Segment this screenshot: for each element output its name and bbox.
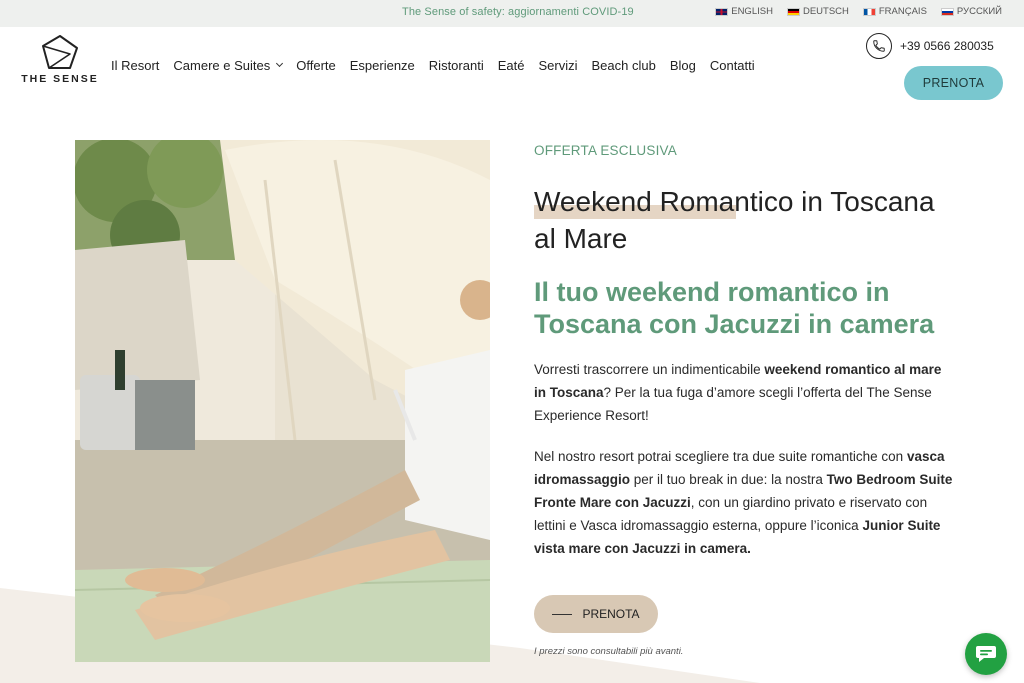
site-logo[interactable]: THE SENSE [20, 34, 100, 94]
top-bar: The Sense of safety: aggiornamenti COVID… [0, 0, 1024, 27]
intro-paragraph: Vorresti trascorrere un indimenticabile … [534, 358, 954, 427]
chat-bubble-icon [976, 646, 996, 662]
phone-link[interactable]: +39 0566 280035 [866, 33, 994, 59]
nav-esperienze[interactable]: Esperienze [350, 58, 415, 73]
text-run: Vorresti trascorrere un indimenticabile [534, 362, 765, 377]
france-flag-icon [862, 7, 876, 16]
text-run: Nel nostro resort potrai scegliere tra d… [534, 449, 907, 464]
button-label: PRENOTA [582, 607, 640, 621]
nav-eate[interactable]: Eaté [498, 58, 525, 73]
nav-label: Camere e Suites [173, 58, 271, 73]
page-subtitle: Il tuo weekend romantico in Toscana con … [534, 277, 935, 339]
lang-label: FRANÇAIS [878, 6, 927, 17]
nav-contatti[interactable]: Contatti [710, 58, 755, 73]
nav-il-resort[interactable]: Il Resort [111, 58, 159, 73]
lang-english[interactable]: ENGLISH [715, 6, 773, 17]
uk-flag-icon [715, 7, 729, 16]
lang-francais[interactable]: FRANÇAIS [862, 6, 927, 17]
logo-text: THE SENSE [21, 73, 99, 85]
language-switcher: ENGLISH DEUTSCH FRANÇAIS РУССКИЙ [715, 6, 1002, 17]
phone-icon [866, 33, 892, 59]
germany-flag-icon [786, 7, 800, 16]
headline-block: Weekend Romantico in Toscana al Mare [534, 183, 954, 257]
page-title: Weekend Romantico in Toscana al Mare [534, 186, 935, 254]
lang-label: DEUTSCH [802, 6, 849, 17]
russia-flag-icon [940, 7, 954, 16]
phone-number: +39 0566 280035 [900, 39, 994, 53]
covid-notice-link[interactable]: The Sense of safety: aggiornamenti COVID… [402, 6, 634, 18]
chat-button[interactable] [965, 633, 1007, 675]
nav-offerte[interactable]: Offerte [296, 58, 336, 73]
hero-image [75, 140, 490, 662]
lang-russian[interactable]: РУССКИЙ [940, 6, 1002, 17]
offer-eyebrow: OFFERTA ESCLUSIVA [534, 143, 677, 158]
nav-beach-club[interactable]: Beach club [591, 58, 655, 73]
text-run: per il tuo break in due: la nostra [630, 472, 827, 487]
nav-camere-suites[interactable]: Camere e Suites [173, 58, 284, 73]
details-paragraph: Nel nostro resort potrai scegliere tra d… [534, 445, 954, 560]
nav-blog[interactable]: Blog [670, 58, 696, 73]
prenota-offer-button[interactable]: PRENOTA [534, 595, 658, 633]
lang-label: РУССКИЙ [956, 6, 1002, 17]
lang-label: ENGLISH [731, 6, 773, 17]
chevron-down-icon [276, 59, 284, 68]
dash-icon [552, 613, 573, 615]
main-nav: Il Resort Camere e Suites Offerte Esperi… [111, 58, 769, 73]
logo-mark-icon [42, 35, 78, 69]
lang-deutsch[interactable]: DEUTSCH [786, 6, 849, 17]
nav-servizi[interactable]: Servizi [538, 58, 577, 73]
prenota-header-button[interactable]: PRENOTA [904, 66, 1003, 100]
price-note: I prezzi sono consultabili più avanti. [534, 646, 684, 657]
nav-ristoranti[interactable]: Ristoranti [429, 58, 484, 73]
